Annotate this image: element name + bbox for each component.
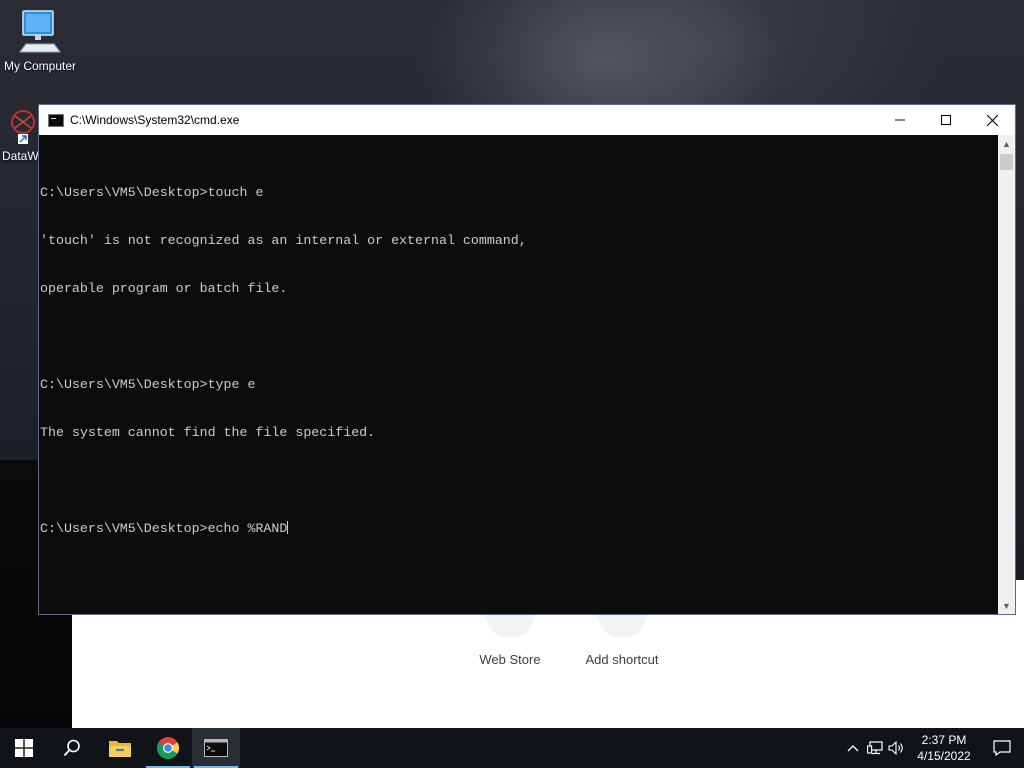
- maximize-button[interactable]: [923, 105, 969, 135]
- shortcut-label: Add shortcut: [585, 652, 659, 667]
- scrollbar-thumb[interactable]: [1000, 154, 1013, 170]
- clock-date: 4/15/2022: [917, 749, 971, 763]
- maximize-icon: [941, 115, 951, 125]
- cmd-app-icon[interactable]: [48, 113, 64, 127]
- search-icon: [63, 739, 80, 757]
- notification-icon: [993, 740, 1011, 756]
- chevron-down-icon: ▼: [1002, 600, 1011, 611]
- console-line: C:\Users\VM5\Desktop>touch e: [40, 185, 264, 200]
- console-input-line[interactable]: C:\Users\VM5\Desktop>echo %RAND: [40, 521, 998, 537]
- desktop-icon-dataw[interactable]: DataW: [0, 108, 40, 163]
- minimize-button[interactable]: [877, 105, 923, 135]
- speaker-icon: [888, 741, 903, 755]
- window-title: C:\Windows\System32\cmd.exe: [70, 113, 240, 127]
- close-button[interactable]: [969, 105, 1015, 135]
- chevron-up-icon: [847, 745, 859, 752]
- cmd-window[interactable]: C:\Windows\System32\cmd.exe C:\Users\VM5…: [38, 104, 1016, 615]
- text-cursor: [287, 521, 289, 534]
- minimize-icon: [895, 119, 905, 121]
- windows-logo-icon: [15, 739, 33, 757]
- cmd-titlebar[interactable]: C:\Windows\System32\cmd.exe: [39, 105, 1015, 135]
- taskbar-clock[interactable]: 2:37 PM 4/15/2022: [908, 732, 980, 764]
- cmd-icon: [204, 739, 228, 757]
- shortcut-web-store[interactable]: Web Store: [450, 590, 570, 697]
- folder-icon: [109, 741, 131, 757]
- scroll-up-button[interactable]: ▲: [998, 135, 1015, 152]
- close-icon: [986, 114, 998, 126]
- computer-icon: [18, 10, 62, 57]
- console-line: C:\Users\VM5\Desktop>type e: [40, 377, 256, 392]
- taskbar-file-explorer[interactable]: [96, 728, 144, 768]
- chevron-up-icon: ▲: [1002, 138, 1011, 149]
- console-line: 'touch' is not recognized as an internal…: [40, 233, 527, 248]
- scroll-down-button[interactable]: ▼: [998, 597, 1015, 614]
- vertical-scrollbar[interactable]: ▲ ▼: [998, 135, 1015, 614]
- console-output[interactable]: C:\Users\VM5\Desktop>touch e 'touch' is …: [39, 135, 998, 614]
- start-button[interactable]: [0, 728, 48, 768]
- system-tray: 2:37 PM 4/15/2022: [842, 728, 1024, 768]
- console-line: The system cannot find the file specifie…: [40, 425, 376, 440]
- console-line: operable program or batch file.: [40, 281, 288, 296]
- desktop-icon-label: DataW: [2, 149, 39, 163]
- network-icon: [867, 741, 883, 755]
- console-current-input: C:\Users\VM5\Desktop>echo %RAND: [40, 521, 288, 536]
- show-hidden-icons-button[interactable]: [842, 728, 864, 768]
- action-center-button[interactable]: [980, 728, 1024, 768]
- taskbar-chrome[interactable]: [144, 728, 192, 768]
- desktop-icon-my-computer[interactable]: My Computer: [0, 8, 80, 73]
- volume-button[interactable]: [886, 728, 908, 768]
- taskbar-command-prompt[interactable]: [192, 728, 240, 768]
- shortcut-add[interactable]: Add shortcut: [562, 590, 682, 697]
- dataw-app-icon: [5, 110, 35, 147]
- shortcut-label: Web Store: [479, 652, 541, 667]
- clock-time: 2:37 PM: [921, 733, 967, 747]
- desktop-icon-label: My Computer: [3, 59, 77, 73]
- chrome-icon: [157, 737, 179, 759]
- network-button[interactable]: [864, 728, 886, 768]
- search-button[interactable]: [48, 728, 96, 768]
- taskbar: 2:37 PM 4/15/2022: [0, 728, 1024, 768]
